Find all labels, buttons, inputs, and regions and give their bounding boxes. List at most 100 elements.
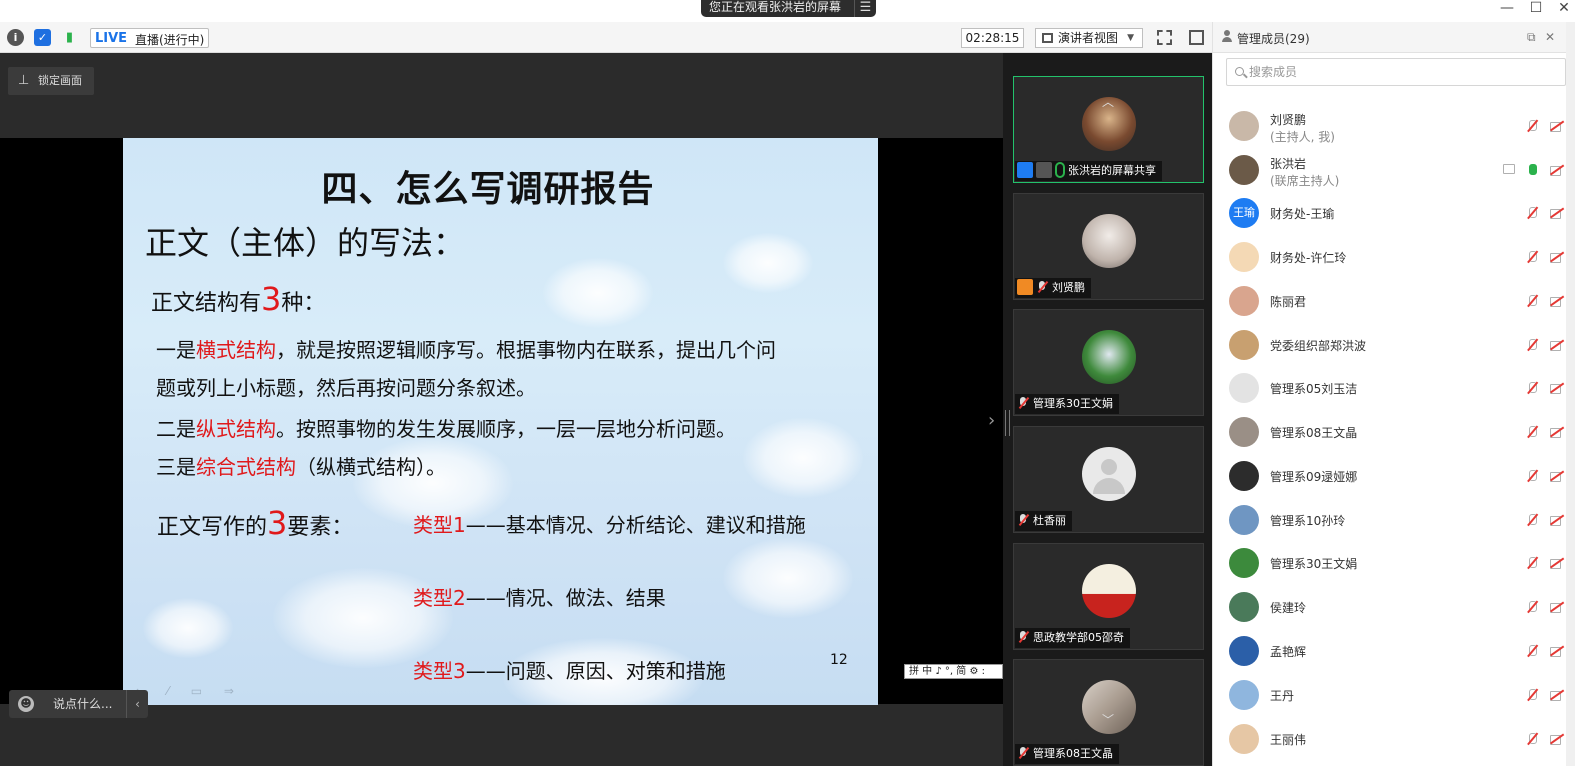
member-row[interactable]: 管理系05刘玉洁	[1229, 366, 1575, 410]
chevron-right-icon[interactable]: ›	[988, 410, 995, 431]
mic-muted-icon[interactable]	[1526, 513, 1538, 528]
mic-muted-icon[interactable]	[1526, 119, 1538, 134]
member-row[interactable]: 财务处-许仁玲	[1229, 235, 1575, 279]
mic-muted-icon[interactable]	[1526, 600, 1538, 615]
video-tile[interactable]: 刘贤鹏	[1013, 193, 1204, 300]
member-row[interactable]: 管理系09逯娅娜	[1229, 454, 1575, 498]
member-row[interactable]: 刘贤鹏 (主持人, 我)	[1229, 104, 1575, 148]
host-icon	[1017, 162, 1033, 178]
member-row[interactable]: 管理系08王文晶	[1229, 410, 1575, 454]
live-status-box[interactable]: LIVE 直播(进行中)	[90, 28, 209, 48]
camera-off-icon[interactable]	[1550, 646, 1564, 657]
popout-icon[interactable]: ⧉	[1527, 30, 1536, 45]
window-title-bar: 您正在观看张洪岩的屏幕 ☰ — ☐ ✕	[0, 0, 1575, 22]
camera-off-icon[interactable]	[1550, 252, 1564, 263]
member-row[interactable]: 管理系30王文娟	[1229, 541, 1575, 585]
stage-bottom-bar	[0, 704, 1003, 766]
member-row[interactable]: 王丹	[1229, 673, 1575, 717]
share-menu-icon[interactable]: ☰	[854, 0, 876, 17]
member-row[interactable]: 张洪岩 (联席主持人)	[1229, 148, 1575, 192]
camera-off-icon[interactable]	[1550, 734, 1564, 745]
resize-handle[interactable]	[1005, 410, 1010, 436]
mic-muted-icon[interactable]	[1526, 644, 1538, 659]
mic-muted-icon[interactable]	[1526, 556, 1538, 571]
chevron-down-icon[interactable]: ﹀	[1102, 711, 1114, 728]
mic-on-icon[interactable]	[1526, 163, 1538, 178]
video-tile[interactable]: 管理系30王文娟	[1013, 309, 1204, 416]
member-search[interactable]	[1226, 58, 1566, 86]
avatar	[1229, 373, 1259, 403]
info-icon[interactable]: i	[7, 29, 24, 46]
mic-muted-icon[interactable]	[1526, 250, 1538, 265]
member-search-input[interactable]	[1249, 63, 1549, 81]
maximize-button[interactable]: ☐	[1521, 0, 1551, 18]
camera-off-icon[interactable]	[1550, 296, 1564, 307]
member-row[interactable]: 党委组织部郑洪波	[1229, 323, 1575, 367]
close-button[interactable]: ✕	[1549, 0, 1575, 18]
avatar	[1082, 447, 1136, 501]
camera-off-icon[interactable]	[1550, 121, 1564, 132]
avatar	[1082, 564, 1136, 618]
view-mode-dropdown[interactable]: 演讲者视图 ▼	[1035, 28, 1143, 48]
stage-top-bar: ⊥ 锁定画面	[0, 53, 1003, 138]
member-row[interactable]: 孟艳辉	[1229, 629, 1575, 673]
screen-share-icon[interactable]	[1503, 164, 1515, 174]
chat-input[interactable]: ☻ 说点什么... ‹	[9, 690, 148, 718]
mic-muted-icon[interactable]	[1526, 381, 1538, 396]
slide-title: 四、怎么写调研报告	[321, 169, 655, 210]
mic-muted-icon[interactable]	[1526, 688, 1538, 703]
meeting-toolbar: i ✓ ▮ LIVE 直播(进行中) 02:28:15 演讲者视图 ▼	[0, 22, 1212, 53]
camera-off-icon[interactable]	[1550, 602, 1564, 613]
mic-muted-icon	[1036, 280, 1048, 294]
camera-off-icon[interactable]	[1550, 427, 1564, 438]
fullscreen-icon[interactable]	[1157, 30, 1172, 45]
mic-muted-icon[interactable]	[1526, 732, 1538, 747]
member-name: 刘贤鹏	[1270, 113, 1307, 127]
shield-icon[interactable]: ✓	[34, 29, 51, 46]
mic-muted-icon[interactable]	[1526, 206, 1538, 221]
structures-line: 正文结构有3种：	[151, 280, 326, 318]
mic-muted-icon[interactable]	[1526, 469, 1538, 484]
camera-off-icon[interactable]	[1550, 383, 1564, 394]
minimize-button[interactable]: —	[1492, 0, 1522, 18]
avatar	[1229, 548, 1259, 578]
member-name: 王丹	[1270, 689, 1295, 703]
member-row[interactable]: 王丽伟	[1229, 717, 1575, 761]
member-row[interactable]: 王瑜 财务处-王瑜	[1229, 191, 1575, 235]
avatar	[1229, 592, 1259, 622]
member-row[interactable]: 陈丽君	[1229, 279, 1575, 323]
mic-muted-icon	[1017, 513, 1029, 527]
chevron-up-icon[interactable]: ︿	[1102, 93, 1114, 110]
mic-muted-icon[interactable]	[1526, 338, 1538, 353]
video-tile[interactable]: 杜香丽	[1013, 426, 1204, 533]
camera-off-icon[interactable]	[1550, 208, 1564, 219]
slide-heading: 正文（主体）的写法：	[145, 224, 466, 262]
camera-off-icon[interactable]	[1550, 558, 1564, 569]
video-tile[interactable]: 思政教学部05邵奇	[1013, 543, 1204, 650]
chevron-left-icon[interactable]: ‹	[126, 690, 148, 718]
member-row[interactable]: 管理系10孙玲	[1229, 498, 1575, 542]
camera-off-icon[interactable]	[1550, 471, 1564, 482]
signal-icon[interactable]: ▮	[61, 29, 78, 46]
camera-off-icon[interactable]	[1550, 165, 1564, 176]
search-icon	[1235, 67, 1244, 76]
elements-line: 正文写作的3要素：	[157, 504, 354, 542]
mic-muted-icon[interactable]	[1526, 425, 1538, 440]
emoji-icon[interactable]: ☻	[18, 696, 34, 712]
member-name: 张洪岩	[1270, 157, 1307, 171]
slide-toolbar[interactable]: ← ⁄ ▭ ⇒	[135, 684, 243, 698]
camera-off-icon[interactable]	[1550, 690, 1564, 701]
member-row[interactable]: 侯建玲	[1229, 585, 1575, 629]
mic-muted-icon[interactable]	[1526, 294, 1538, 309]
member-name: 财务处-许仁玲	[1270, 251, 1347, 265]
sidebar-toggle-icon[interactable]	[1189, 30, 1204, 45]
ime-toolbar[interactable]: 拼 中 ♪ °, 简 ⚙ :	[904, 664, 1003, 679]
avatar	[1229, 155, 1259, 185]
member-name: 管理系30王文娟	[1270, 557, 1358, 571]
close-panel-icon[interactable]: ✕	[1545, 30, 1555, 44]
video-caption: 刘贤鹏	[1015, 278, 1091, 298]
camera-off-icon[interactable]	[1550, 340, 1564, 351]
lock-view-button[interactable]: ⊥ 锁定画面	[8, 67, 94, 95]
slide-page-number: 12	[830, 652, 848, 668]
camera-off-icon[interactable]	[1550, 515, 1564, 526]
